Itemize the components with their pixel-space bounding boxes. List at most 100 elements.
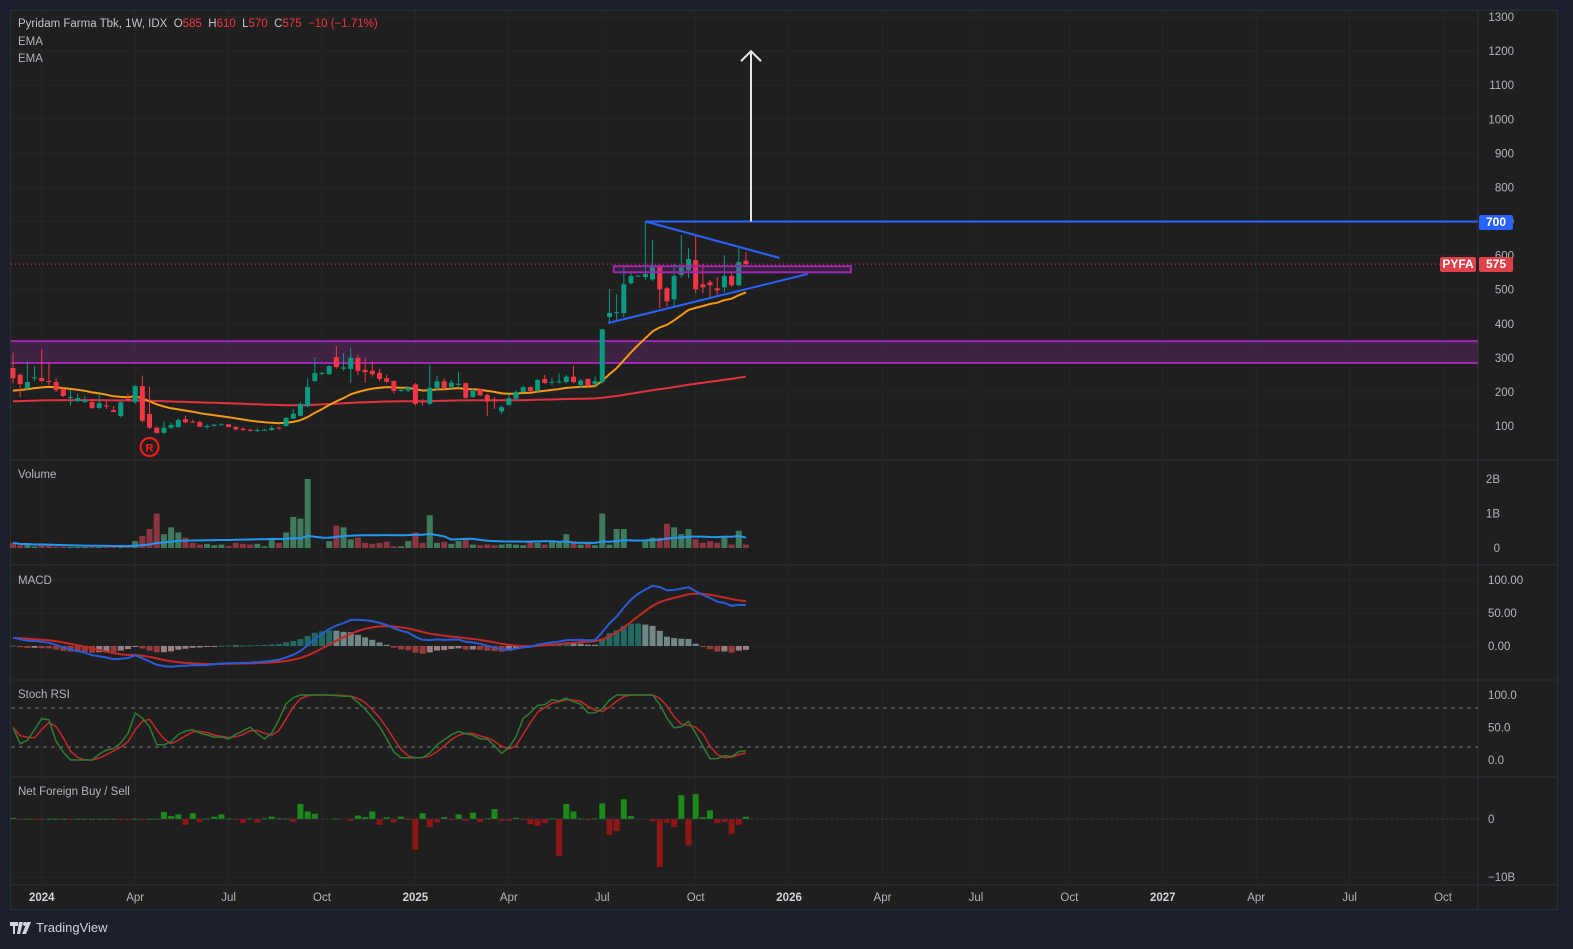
volume-bar: [707, 541, 714, 548]
candle-body: [17, 374, 23, 385]
volume-bar: [699, 542, 706, 548]
net-foreign-bar: [297, 803, 304, 819]
volume-bar: [290, 516, 297, 548]
macd-histogram-bar: [146, 646, 153, 651]
indicator-ema-fast[interactable]: EMA: [18, 36, 43, 48]
volume-bar: [541, 544, 548, 548]
net-foreign-bar: [599, 803, 606, 819]
candle: [161, 420, 167, 435]
macd-histogram-bar: [678, 638, 685, 646]
time-axis-label: 2024: [29, 892, 55, 904]
volume-bar: [405, 541, 412, 548]
candle-body: [82, 400, 88, 403]
macd-histogram-bar: [721, 646, 728, 652]
time-axis-label: Jul: [595, 892, 610, 904]
candle-body: [168, 424, 174, 428]
candle-body: [103, 405, 109, 407]
net-foreign-bar: [160, 812, 167, 819]
indicator-ema-slow[interactable]: EMA: [18, 53, 43, 65]
candle-body: [341, 367, 347, 369]
price-axis-label: 500: [1495, 285, 1514, 297]
candle-body: [111, 409, 117, 413]
candle-body: [448, 382, 454, 387]
net-foreign-bar: [354, 815, 361, 819]
candle-body: [721, 276, 727, 288]
candle: [721, 255, 727, 293]
net-foreign-bar: [311, 813, 318, 819]
candle: [635, 275, 641, 277]
candle-body: [376, 372, 382, 379]
net-foreign-bar: [656, 819, 663, 868]
macd-axis-label: 0.00: [1488, 641, 1510, 653]
macd-histogram-bar: [742, 646, 749, 650]
macd-histogram-bar: [412, 646, 419, 653]
stoch-axis-label: 0.0: [1488, 755, 1504, 767]
candle-body: [161, 427, 167, 433]
candle-body: [664, 288, 670, 302]
candle: [276, 426, 282, 430]
price-axis-label: 200: [1495, 387, 1514, 399]
candle-body: [154, 427, 160, 433]
price-axis-label: 900: [1495, 148, 1514, 160]
candle: [197, 420, 203, 428]
stoch-k-line: [12, 694, 747, 761]
candle: [499, 405, 505, 415]
macd-histogram-bar: [714, 646, 721, 652]
macd-histogram-bar: [333, 630, 340, 646]
tradingview-logo[interactable]: TradingView: [10, 920, 108, 935]
volume-bar: [398, 546, 405, 548]
candle-body: [312, 373, 318, 382]
macd-histogram-bar: [592, 644, 599, 646]
pane-title-net-foreign[interactable]: Net Foreign Buy / Sell: [18, 786, 130, 798]
candle-body: [355, 357, 361, 371]
candle-body: [276, 427, 282, 429]
volume-bar: [362, 542, 369, 548]
macd-histogram-bar: [182, 646, 189, 649]
symbol-title[interactable]: Pyridam Farma Tbk, 1W, IDX: [18, 18, 167, 30]
volume-bar: [505, 543, 512, 548]
net-foreign-bar: [556, 819, 563, 857]
candle: [599, 329, 605, 384]
volume-bar: [520, 545, 527, 548]
macd-histogram-bar: [268, 644, 275, 646]
price-axis-label: 1100: [1489, 80, 1514, 92]
price-axis-label: 100: [1495, 421, 1514, 433]
candle-body: [556, 381, 562, 383]
volume-bar: [592, 545, 599, 548]
candle-body: [535, 379, 541, 391]
pane-title-macd[interactable]: MACD: [18, 575, 52, 587]
net-foreign-bar: [714, 819, 721, 824]
candle-body: [240, 428, 246, 431]
macd-histogram-bar: [477, 646, 484, 650]
pane-title-stoch-rsi[interactable]: Stoch RSI: [18, 689, 70, 701]
stoch-axis-label: 50.0: [1488, 723, 1510, 735]
candle-body: [125, 398, 131, 401]
candle: [434, 375, 440, 391]
volume-bar: [354, 537, 361, 548]
macd-histogram-bar: [707, 646, 714, 650]
chart-canvas[interactable]: 2024 Apr Jul Oct 2025 Apr Jul Oct 2026 Apr Jul Oct 2…: [0, 0, 1573, 949]
candle: [592, 376, 598, 386]
last-price-badge: 575: [1479, 257, 1513, 272]
pane-title-volume[interactable]: Volume: [18, 469, 56, 481]
volume-bar: [620, 529, 627, 548]
candle: [463, 382, 469, 399]
candle-body: [226, 424, 232, 428]
volume-bar: [390, 546, 397, 548]
candle: [96, 393, 102, 409]
time-axis-label: 2026: [776, 892, 802, 904]
candle-body: [700, 284, 706, 288]
candle: [103, 400, 109, 409]
candle-body: [60, 389, 66, 397]
candle-body: [211, 424, 217, 426]
macd-histogram-bar: [642, 624, 649, 646]
time-axis-label: Apr: [1247, 892, 1265, 904]
candle: [707, 280, 713, 298]
candle: [477, 388, 483, 397]
candle: [24, 361, 30, 391]
volume-bar: [577, 544, 584, 548]
volume-bar: [441, 541, 448, 548]
net-foreign-bar: [678, 795, 685, 819]
candle-body: [333, 357, 339, 368]
candle-body: [412, 384, 418, 404]
